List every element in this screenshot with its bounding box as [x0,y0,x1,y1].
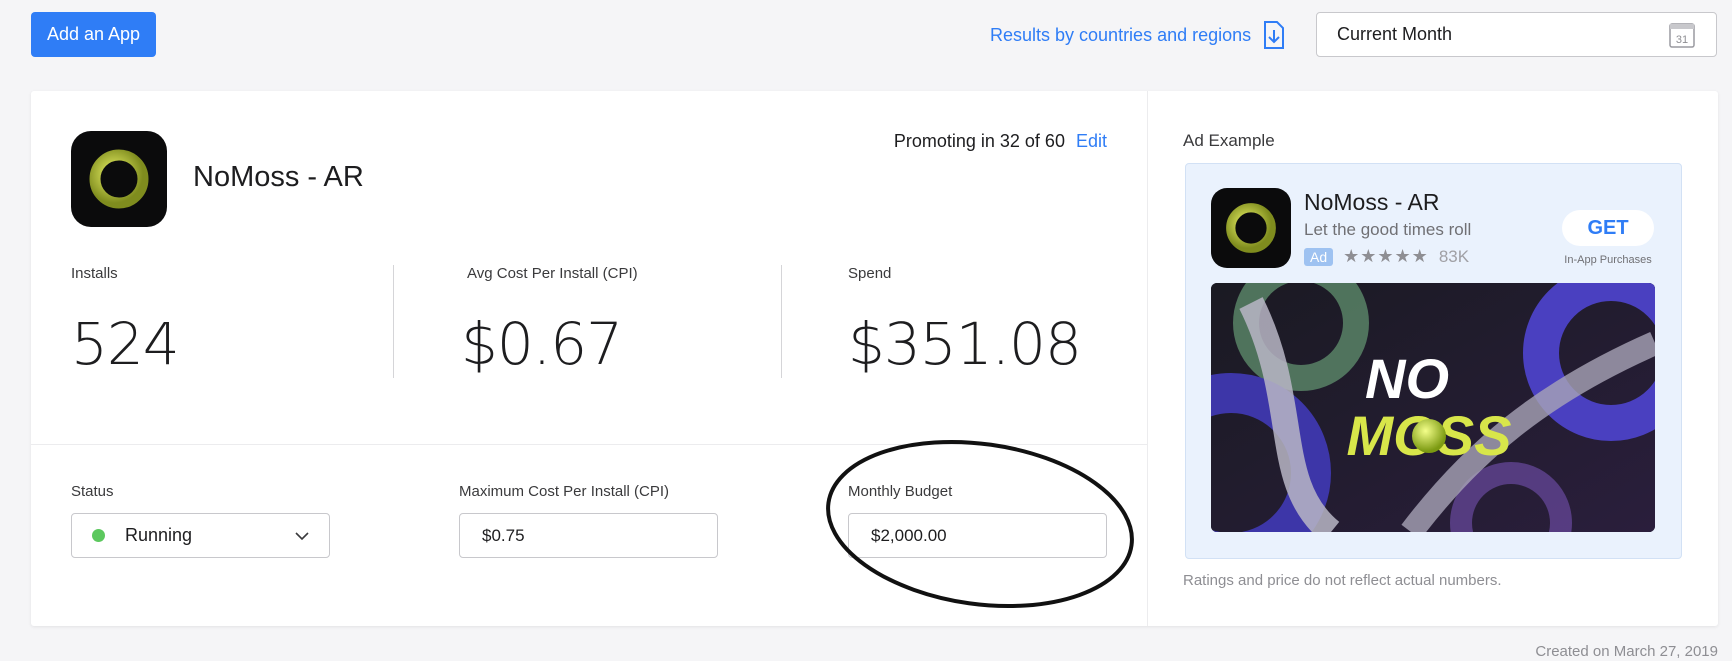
installs-value: 524 [71,310,180,378]
in-app-purchases-note: In-App Purchases [1564,254,1652,266]
max-cpi-input[interactable]: $0.75 [459,513,718,558]
ad-app-icon [1211,188,1291,268]
banner-title-line1: NO [1365,347,1449,410]
calendar-icon[interactable]: 31 [1668,21,1696,49]
ad-example-pane: Ad Example NoMoss - AR Let the good time… [1148,91,1718,626]
campaign-card: NoMoss - AR Promoting in 32 of 60 Edit I… [31,91,1718,626]
ad-app-name: NoMoss - AR [1304,189,1440,215]
status-label: Status [71,483,114,500]
spend-label: Spend [848,265,892,282]
date-range-label: Current Month [1337,24,1453,44]
banner-ball [1412,419,1446,453]
metric-divider [393,265,394,378]
rating-count: 83K [1438,246,1470,266]
get-button[interactable]: GET [1562,210,1654,246]
app-logo-ring-icon [89,149,149,209]
status-indicator [92,529,105,542]
spend-value: $351.08 [848,310,1082,378]
status-field: Status Running [71,483,330,558]
promoting-text: Promoting in 32 of 60 [893,131,1065,151]
download-icon[interactable] [1263,20,1285,50]
monthly-budget-field: Monthly Budget $2,000.00 [848,483,1107,558]
ad-badge: Ad [1304,247,1334,266]
installs-label: Installs [71,265,118,282]
rating-stars: ★★★★★ [1343,246,1429,266]
status-dropdown[interactable]: Running [71,513,330,558]
app-logo-ring-icon [1226,203,1276,253]
ad-example-title: Ad Example [1183,131,1275,150]
results-by-region-link[interactable]: Results by countries and regions [990,20,1285,50]
avg-cpi-metric: Avg Cost Per Install (CPI) $0.67 [461,265,638,378]
status-value: Running [125,525,193,545]
campaign-summary: NoMoss - AR Promoting in 32 of 60 Edit I… [31,91,1148,626]
ad-banner-image: NO MOSS [1211,283,1655,532]
max-cpi-field: Maximum Cost Per Install (CPI) $0.75 [459,483,718,558]
ad-preview: NoMoss - AR Let the good times roll Ad ★… [1185,163,1682,559]
promoting-status: Promoting in 32 of 60 Edit [894,131,1107,152]
installs-metric: Installs 524 [71,265,180,378]
avg-cpi-label: Avg Cost Per Install (CPI) [467,265,638,282]
avg-cpi-value: $0.67 [461,310,623,378]
ad-meta: Ad ★★★★★ 83K [1304,246,1469,267]
max-cpi-label: Maximum Cost Per Install (CPI) [459,483,670,500]
ad-disclaimer: Ratings and price do not reflect actual … [1183,572,1502,589]
calendar-day: 31 [1676,34,1688,46]
chevron-down-icon [295,531,309,540]
created-date: Created on March 27, 2019 [1535,643,1718,660]
edit-regions-link[interactable]: Edit [1076,131,1107,151]
monthly-budget-label: Monthly Budget [848,483,953,500]
add-app-button[interactable]: Add an App [31,12,156,57]
ad-tagline: Let the good times roll [1304,220,1472,239]
spend-metric: Spend $351.08 [848,265,1082,378]
metric-divider [781,265,782,378]
results-link-label: Results by countries and regions [990,24,1252,45]
app-name: NoMoss - AR [193,161,364,193]
date-range-select[interactable]: Current Month 31 [1316,12,1717,57]
app-icon [71,131,167,227]
monthly-budget-input[interactable]: $2,000.00 [848,513,1107,558]
section-divider [31,444,1148,445]
